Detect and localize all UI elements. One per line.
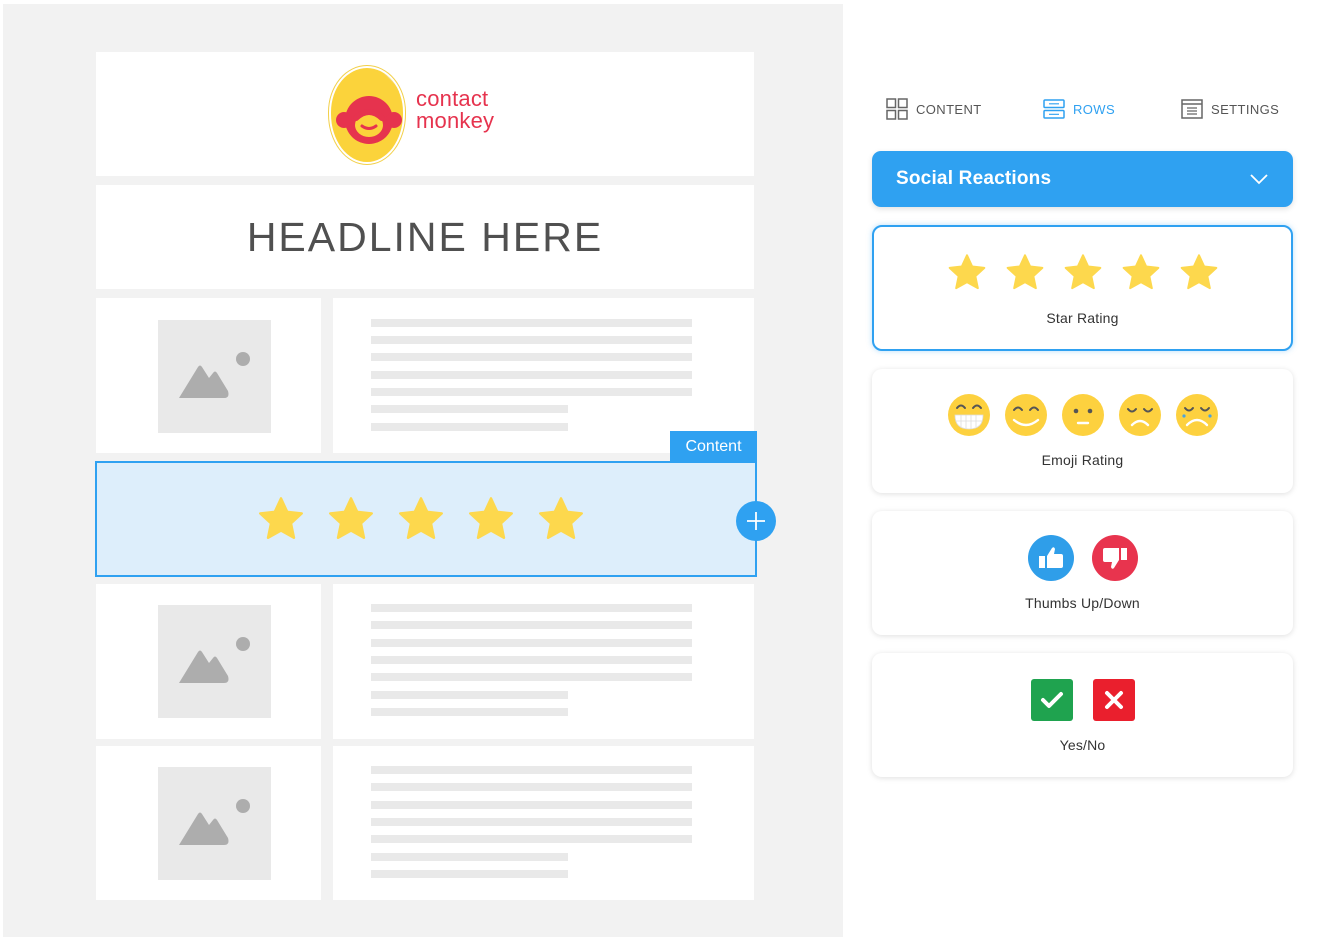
text-line	[371, 656, 692, 664]
star-icon	[469, 497, 513, 539]
star-icon	[1006, 254, 1043, 290]
grinning-face-icon	[947, 394, 990, 436]
text-line	[371, 853, 568, 861]
star-icon	[539, 497, 583, 539]
text-line	[371, 353, 692, 361]
block-label: Star Rating	[1046, 310, 1119, 326]
block-label: Yes/No	[1059, 737, 1106, 753]
smiling-face-icon	[1004, 394, 1047, 436]
panel-tabs: CONTENT ROWS SETTINGS	[872, 92, 1292, 126]
rows-icon	[1043, 99, 1065, 119]
text-line	[371, 783, 692, 791]
star-icon	[948, 254, 985, 290]
text-line	[371, 319, 692, 327]
add-row-button[interactable]	[736, 501, 776, 541]
star-icon	[1064, 254, 1101, 290]
text-line	[371, 621, 692, 629]
logo-text-contact: contact	[416, 86, 489, 111]
text-line	[371, 766, 692, 774]
neutral-face-icon	[1061, 394, 1104, 436]
star-icon	[329, 497, 373, 539]
block-label: Thumbs Up/Down	[1025, 595, 1140, 611]
monkey-badge-icon	[329, 66, 405, 164]
x-icon	[1092, 679, 1135, 721]
category-dropdown[interactable]: Social Reactions	[872, 151, 1293, 207]
star-icon	[399, 497, 443, 539]
tab-rows[interactable]: ROWS	[1043, 92, 1115, 126]
chevron-down-icon	[1250, 174, 1268, 185]
article-text-cell[interactable]	[333, 298, 754, 453]
article-image-cell[interactable]	[96, 298, 321, 453]
text-line	[371, 818, 692, 826]
text-line	[371, 604, 692, 612]
text-line	[371, 835, 692, 843]
plus-icon	[747, 512, 765, 530]
tab-rows-label: ROWS	[1073, 101, 1116, 117]
block-label: Emoji Rating	[1041, 452, 1124, 468]
text-line	[371, 405, 568, 413]
image-placeholder-icon	[158, 767, 271, 880]
star-icon	[1122, 254, 1159, 290]
block-star-rating[interactable]: Star Rating	[872, 225, 1293, 351]
text-line	[371, 371, 692, 379]
sad-face-icon	[1118, 394, 1161, 436]
headline-row[interactable]: HEADLINE HERE	[96, 185, 754, 289]
content-tag[interactable]: Content	[670, 431, 757, 463]
article-text-cell[interactable]	[333, 746, 754, 900]
contactmonkey-logo: contact monkey	[329, 66, 509, 166]
block-emoji-rating[interactable]: Emoji Rating	[872, 369, 1293, 493]
crying-face-icon	[1175, 394, 1218, 436]
star-icon	[1180, 254, 1217, 290]
block-yes-no[interactable]: Yes/No	[872, 653, 1293, 777]
tab-settings-label: SETTINGS	[1211, 101, 1280, 117]
tab-settings[interactable]: SETTINGS	[1181, 92, 1279, 126]
email-canvas: contact monkey HEADLINE HERE Content	[3, 4, 843, 937]
star-icon	[259, 497, 303, 539]
text-line	[371, 639, 692, 647]
thumbs-up-icon	[1027, 535, 1074, 581]
tab-content-label: CONTENT	[916, 101, 982, 117]
image-placeholder-icon	[158, 605, 271, 718]
dropdown-selected-value: Social Reactions	[896, 168, 1052, 189]
text-line	[371, 673, 692, 681]
text-line	[371, 423, 568, 431]
text-line	[371, 388, 692, 396]
thumbs-down-icon	[1091, 535, 1138, 581]
logo-text-monkey: monkey	[416, 108, 495, 133]
image-placeholder-icon	[158, 320, 271, 433]
headline: HEADLINE HERE	[246, 213, 604, 260]
text-line	[371, 801, 692, 809]
check-icon	[1030, 679, 1073, 721]
settings-panel-icon	[1181, 99, 1203, 119]
text-line	[371, 691, 568, 699]
text-line	[371, 336, 692, 344]
text-line	[371, 870, 568, 878]
article-image-cell[interactable]	[96, 746, 321, 900]
text-line	[371, 708, 568, 716]
article-text-cell[interactable]	[333, 584, 754, 739]
grid-icon	[886, 98, 908, 120]
tab-content[interactable]: CONTENT	[886, 92, 982, 126]
selected-star-rating-row[interactable]	[95, 461, 757, 577]
article-image-cell[interactable]	[96, 584, 321, 739]
logo-row[interactable]: contact monkey	[96, 52, 754, 176]
block-thumbs-up-down[interactable]: Thumbs Up/Down	[872, 511, 1293, 635]
